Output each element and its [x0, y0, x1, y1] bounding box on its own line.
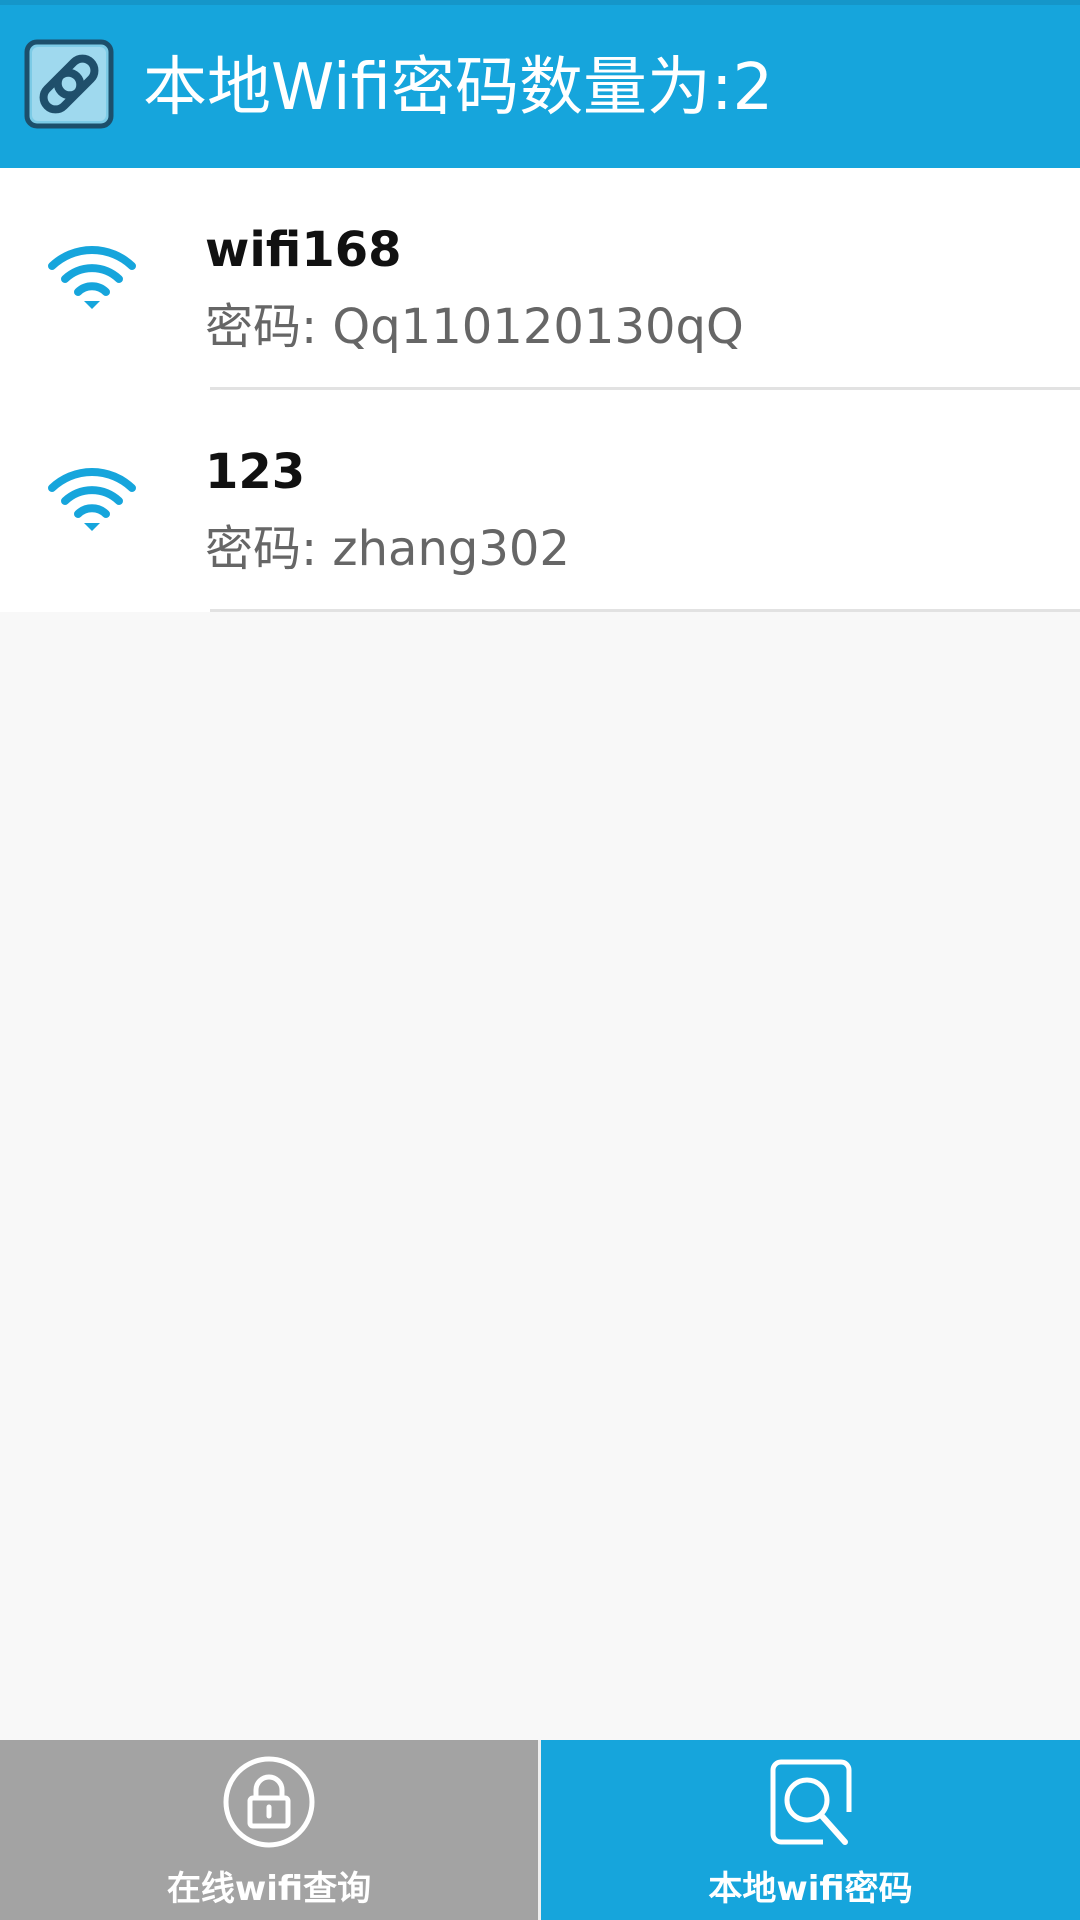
wifi-ssid: 123 — [205, 444, 306, 500]
wifi-icon — [48, 246, 136, 309]
wifi-icon — [48, 468, 136, 531]
wifi-list-item[interactable]: wifi168 密码: Qq110120130qQ — [0, 168, 1080, 390]
wifi-list-item[interactable]: 123 密码: zhang302 — [0, 390, 1080, 612]
wifi-ssid: wifi168 — [205, 222, 402, 278]
tab-label: 本地wifi密码 — [708, 1869, 913, 1909]
tab-online-wifi-query[interactable]: 在线wifi查询 — [0, 1740, 538, 1920]
tab-local-wifi-password[interactable]: 本地wifi密码 — [541, 1740, 1080, 1920]
wifi-password: 密码: Qq110120130qQ — [205, 299, 744, 355]
app-bar: 本地Wifi密码数量为:2 — [0, 0, 1080, 168]
page-title: 本地Wifi密码数量为:2 — [143, 51, 774, 125]
search-icon — [770, 1759, 851, 1845]
lock-icon — [223, 1756, 315, 1848]
bottom-nav: 在线wifi查询 本地wifi密码 — [0, 1740, 1080, 1920]
list-divider — [210, 609, 1080, 612]
link-logo-icon — [24, 39, 114, 129]
wifi-list: wifi168 密码: Qq110120130qQ 123 密码: zhang3… — [0, 168, 1080, 612]
wifi-password: 密码: zhang302 — [205, 521, 570, 577]
tab-label: 在线wifi查询 — [166, 1869, 372, 1909]
app-bar-top-strip — [0, 0, 1080, 5]
